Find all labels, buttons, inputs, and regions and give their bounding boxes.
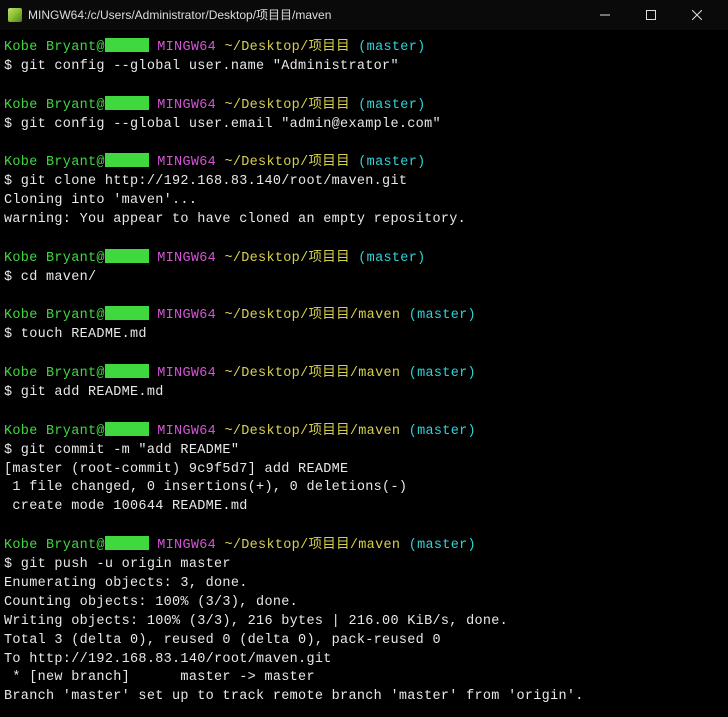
prompt-line: Kobe Bryant@ MINGW64 ~/Desktop/项目目/maven… [4, 536, 718, 556]
prompt-line: Kobe Bryant@ MINGW64 ~/Desktop/项目目/maven… [4, 422, 718, 442]
output-line: warning: You appear to have cloned an em… [4, 211, 718, 230]
hostname-block [105, 249, 149, 263]
output-line: create mode 100644 README.md [4, 498, 718, 517]
command-line: $ cd maven/ [4, 269, 718, 288]
output-line: Counting objects: 100% (3/3), done. [4, 594, 718, 613]
command-line: $ git config --global user.email "admin@… [4, 116, 718, 135]
window-controls [582, 0, 720, 30]
hostname-block [105, 536, 149, 550]
output-line: Cloning into 'maven'... [4, 192, 718, 211]
prompt-line: Kobe Bryant@ MINGW64 ~/Desktop/项目目/maven… [4, 306, 718, 326]
output-line: To http://192.168.83.140/root/maven.git [4, 651, 718, 670]
hostname-block [105, 422, 149, 436]
output-line: Branch 'master' set up to track remote b… [4, 688, 718, 707]
output-line: 1 file changed, 0 insertions(+), 0 delet… [4, 479, 718, 498]
close-button[interactable] [674, 0, 720, 30]
output-line: Enumerating objects: 3, done. [4, 575, 718, 594]
output-line: * [new branch] master -> master [4, 669, 718, 688]
prompt-line: Kobe Bryant@ MINGW64 ~/Desktop/项目目/maven… [4, 364, 718, 384]
mintty-icon [8, 8, 22, 22]
prompt-line: Kobe Bryant@ MINGW64 ~/Desktop/项目目 (mast… [4, 249, 718, 269]
prompt-line: Kobe Bryant@ MINGW64 ~/Desktop/项目目 (mast… [4, 38, 718, 58]
command-line: $ git clone http://192.168.83.140/root/m… [4, 173, 718, 192]
prompt-line: Kobe Bryant@ MINGW64 ~/Desktop/项目目 (mast… [4, 96, 718, 116]
titlebar[interactable]: MINGW64:/c/Users/Administrator/Desktop/项… [0, 0, 728, 30]
output-line: Total 3 (delta 0), reused 0 (delta 0), p… [4, 632, 718, 651]
command-line: $ git commit -m "add README" [4, 442, 718, 461]
output-line: [master (root-commit) 9c9f5d7] add READM… [4, 461, 718, 480]
minimize-button[interactable] [582, 0, 628, 30]
maximize-button[interactable] [628, 0, 674, 30]
terminal-area[interactable]: Kobe Bryant@ MINGW64 ~/Desktop/项目目 (mast… [0, 30, 728, 717]
command-line: $ git add README.md [4, 384, 718, 403]
hostname-block [105, 38, 149, 52]
hostname-block [105, 96, 149, 110]
hostname-block [105, 153, 149, 167]
prompt-line: Kobe Bryant@ MINGW64 ~/Desktop/项目目 (mast… [4, 153, 718, 173]
command-line: $ touch README.md [4, 326, 718, 345]
hostname-block [105, 364, 149, 378]
hostname-block [105, 306, 149, 320]
command-line: $ git config --global user.name "Adminis… [4, 58, 718, 77]
output-line: Writing objects: 100% (3/3), 216 bytes |… [4, 613, 718, 632]
command-line: $ git push -u origin master [4, 556, 718, 575]
window-title: MINGW64:/c/Users/Administrator/Desktop/项… [28, 7, 582, 24]
